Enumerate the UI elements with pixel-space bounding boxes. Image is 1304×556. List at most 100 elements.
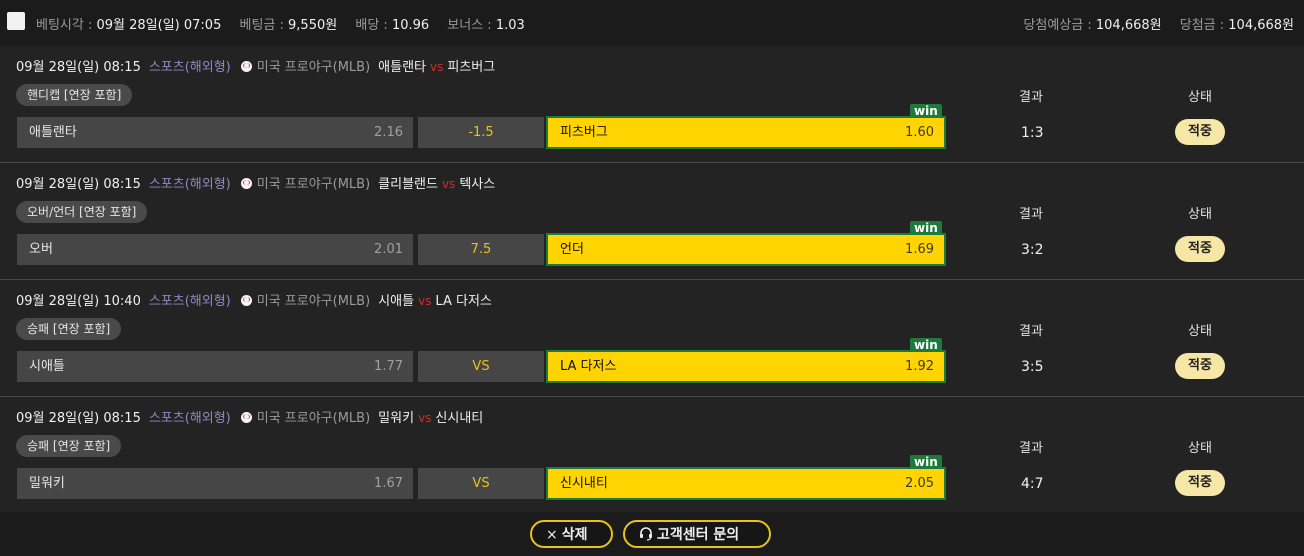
match-header: 09월 28일(일) 08:15 스포츠(해외형) 미국 프로야구(MLB) 애틀랜타… <box>16 56 495 75</box>
bet-card: 09월 28일(일) 08:15 스포츠(해외형) 미국 프로야구(MLB) 애틀랜타… <box>0 46 1304 163</box>
vs-label: vs <box>430 60 444 74</box>
result-label: 결과 <box>1019 90 1043 105</box>
bonus-value: 1.03 <box>495 18 525 33</box>
customer-service-button[interactable]: 고객센터 문의 <box>623 520 771 548</box>
line-value: VS <box>418 468 544 499</box>
home-team: 클리블랜드 <box>378 177 438 192</box>
close-icon: × <box>546 527 558 543</box>
result-label: 결과 <box>1019 207 1043 222</box>
home-selection-name: 애틀랜타 <box>29 125 77 140</box>
bonus-label: 보너스 : <box>447 18 492 33</box>
baseball-icon <box>240 61 252 72</box>
away-selection: 신시내티 2.05 <box>548 469 944 498</box>
select-checkbox[interactable] <box>7 12 25 30</box>
away-team: 피츠버그 <box>447 60 496 75</box>
baseball-icon <box>240 412 252 423</box>
status-badge: 적중 <box>1175 470 1225 496</box>
baseball-icon <box>240 178 252 189</box>
status-badge: 적중 <box>1175 236 1225 262</box>
home-odds: 2.01 <box>374 242 403 257</box>
home-team: 시애틀 <box>378 294 415 309</box>
away-selection-name: 신시내티 <box>560 476 608 491</box>
result-score: 3:2 <box>1021 242 1044 258</box>
customer-service-label: 고객센터 문의 <box>657 527 740 543</box>
result-score: 3:5 <box>1021 359 1044 375</box>
match-datetime: 09월 28일(일) 08:15 <box>16 411 141 426</box>
market-badge: 승패 [연장 포함] <box>16 435 122 457</box>
match-datetime: 09월 28일(일) 08:15 <box>16 60 141 75</box>
line-value: -1.5 <box>418 117 544 148</box>
total-odds: 10.96 <box>391 18 430 33</box>
delete-button[interactable]: × 삭제 <box>530 520 613 548</box>
bet-summary-right: 당첨예상금 : 104,668원 당첨금 : 104,668원 <box>1023 14 1294 33</box>
away-team: 텍사스 <box>459 177 496 192</box>
expected-payout-label: 당첨예상금 : <box>1023 18 1092 33</box>
match-category: 스포츠(해외형) <box>148 294 231 309</box>
bet-card: 09월 28일(일) 08:15 스포츠(해외형) 미국 프로야구(MLB) 클리블랜… <box>0 163 1304 280</box>
home-team: 밀워키 <box>378 411 415 426</box>
vs-label: vs <box>441 177 456 191</box>
win-badge: win <box>910 338 942 353</box>
home-selection: 오버 2.01 <box>17 234 413 265</box>
match-category: 스포츠(해외형) <box>148 177 231 192</box>
market-badge: 핸디캡 [연장 포함] <box>16 84 133 106</box>
status-label: 상태 <box>1188 207 1212 222</box>
away-selection-name: LA 다저스 <box>560 359 617 374</box>
away-selection: 언더 1.69 <box>548 235 944 264</box>
away-odds: 1.92 <box>905 359 934 374</box>
delete-label: 삭제 <box>561 527 588 543</box>
vs-label: vs <box>418 411 432 425</box>
match-category: 스포츠(해외형) <box>148 411 231 426</box>
result-score: 1:3 <box>1021 125 1044 141</box>
away-odds: 1.69 <box>905 242 934 257</box>
home-odds: 1.77 <box>374 359 403 374</box>
match-header: 09월 28일(일) 10:40 스포츠(해외형) 미국 프로야구(MLB) 시애틀 v… <box>16 290 492 309</box>
home-odds: 2.16 <box>374 125 403 140</box>
away-selection-name: 피츠버그 <box>560 125 608 140</box>
match-datetime: 09월 28일(일) 10:40 <box>16 294 141 309</box>
home-team: 애틀랜타 <box>378 60 427 75</box>
status-label: 상태 <box>1188 441 1212 456</box>
away-odds: 2.05 <box>905 476 934 491</box>
home-selection-name: 오버 <box>29 242 53 257</box>
bet-amount: 9,550원 <box>288 18 338 33</box>
home-selection-name: 시애틀 <box>29 359 65 374</box>
match-category: 스포츠(해외형) <box>148 60 231 75</box>
vs-label: vs <box>418 294 432 308</box>
baseball-icon <box>240 295 252 306</box>
bet-card: 09월 28일(일) 08:15 스포츠(해외형) 미국 프로야구(MLB) 밀워키 v… <box>0 397 1304 514</box>
footer-actions: × 삭제 고객센터 문의 <box>0 512 1304 556</box>
home-selection: 시애틀 1.77 <box>17 351 413 382</box>
win-badge: win <box>910 104 942 119</box>
away-selection-name: 언더 <box>560 242 584 257</box>
status-badge: 적중 <box>1175 119 1225 145</box>
result-score: 4:7 <box>1021 476 1044 492</box>
bet-time: 09월 28일(일) 07:05 <box>96 18 222 33</box>
expected-payout: 104,668원 <box>1095 18 1162 33</box>
away-team: LA 다저스 <box>435 294 492 309</box>
market-badge: 승패 [연장 포함] <box>16 318 122 340</box>
bet-time-label: 베팅시각 : <box>36 18 93 33</box>
bet-summary-left: 베팅시각 : 09월 28일(일) 07:05 베팅금 : 9,550원 배당 … <box>36 14 539 33</box>
headset-icon <box>639 527 653 543</box>
match-header: 09월 28일(일) 08:15 스포츠(해외형) 미국 프로야구(MLB) 클리블랜… <box>16 173 495 192</box>
home-selection-name: 밀워키 <box>29 476 65 491</box>
home-selection: 애틀랜타 2.16 <box>17 117 413 148</box>
result-label: 결과 <box>1019 324 1043 339</box>
away-selection: 피츠버그 1.60 <box>548 118 944 147</box>
line-value: 7.5 <box>418 234 544 265</box>
away-odds: 1.60 <box>905 125 934 140</box>
win-badge: win <box>910 221 942 236</box>
match-header: 09월 28일(일) 08:15 스포츠(해외형) 미국 프로야구(MLB) 밀워키 v… <box>16 407 483 426</box>
bet-amount-label: 베팅금 : <box>239 18 284 33</box>
market-badge: 오버/언더 [연장 포함] <box>16 201 148 223</box>
result-label: 결과 <box>1019 441 1043 456</box>
line-value: VS <box>418 351 544 382</box>
match-datetime: 09월 28일(일) 08:15 <box>16 177 141 192</box>
bet-summary-bar: 베팅시각 : 09월 28일(일) 07:05 베팅금 : 9,550원 배당 … <box>0 0 1304 47</box>
away-selection: LA 다저스 1.92 <box>548 352 944 381</box>
payout-label: 당첨금 : <box>1179 18 1225 33</box>
league-name: 미국 프로야구(MLB) <box>256 177 371 192</box>
win-badge: win <box>910 455 942 470</box>
bet-card: 09월 28일(일) 10:40 스포츠(해외형) 미국 프로야구(MLB) 시애틀 v… <box>0 280 1304 397</box>
